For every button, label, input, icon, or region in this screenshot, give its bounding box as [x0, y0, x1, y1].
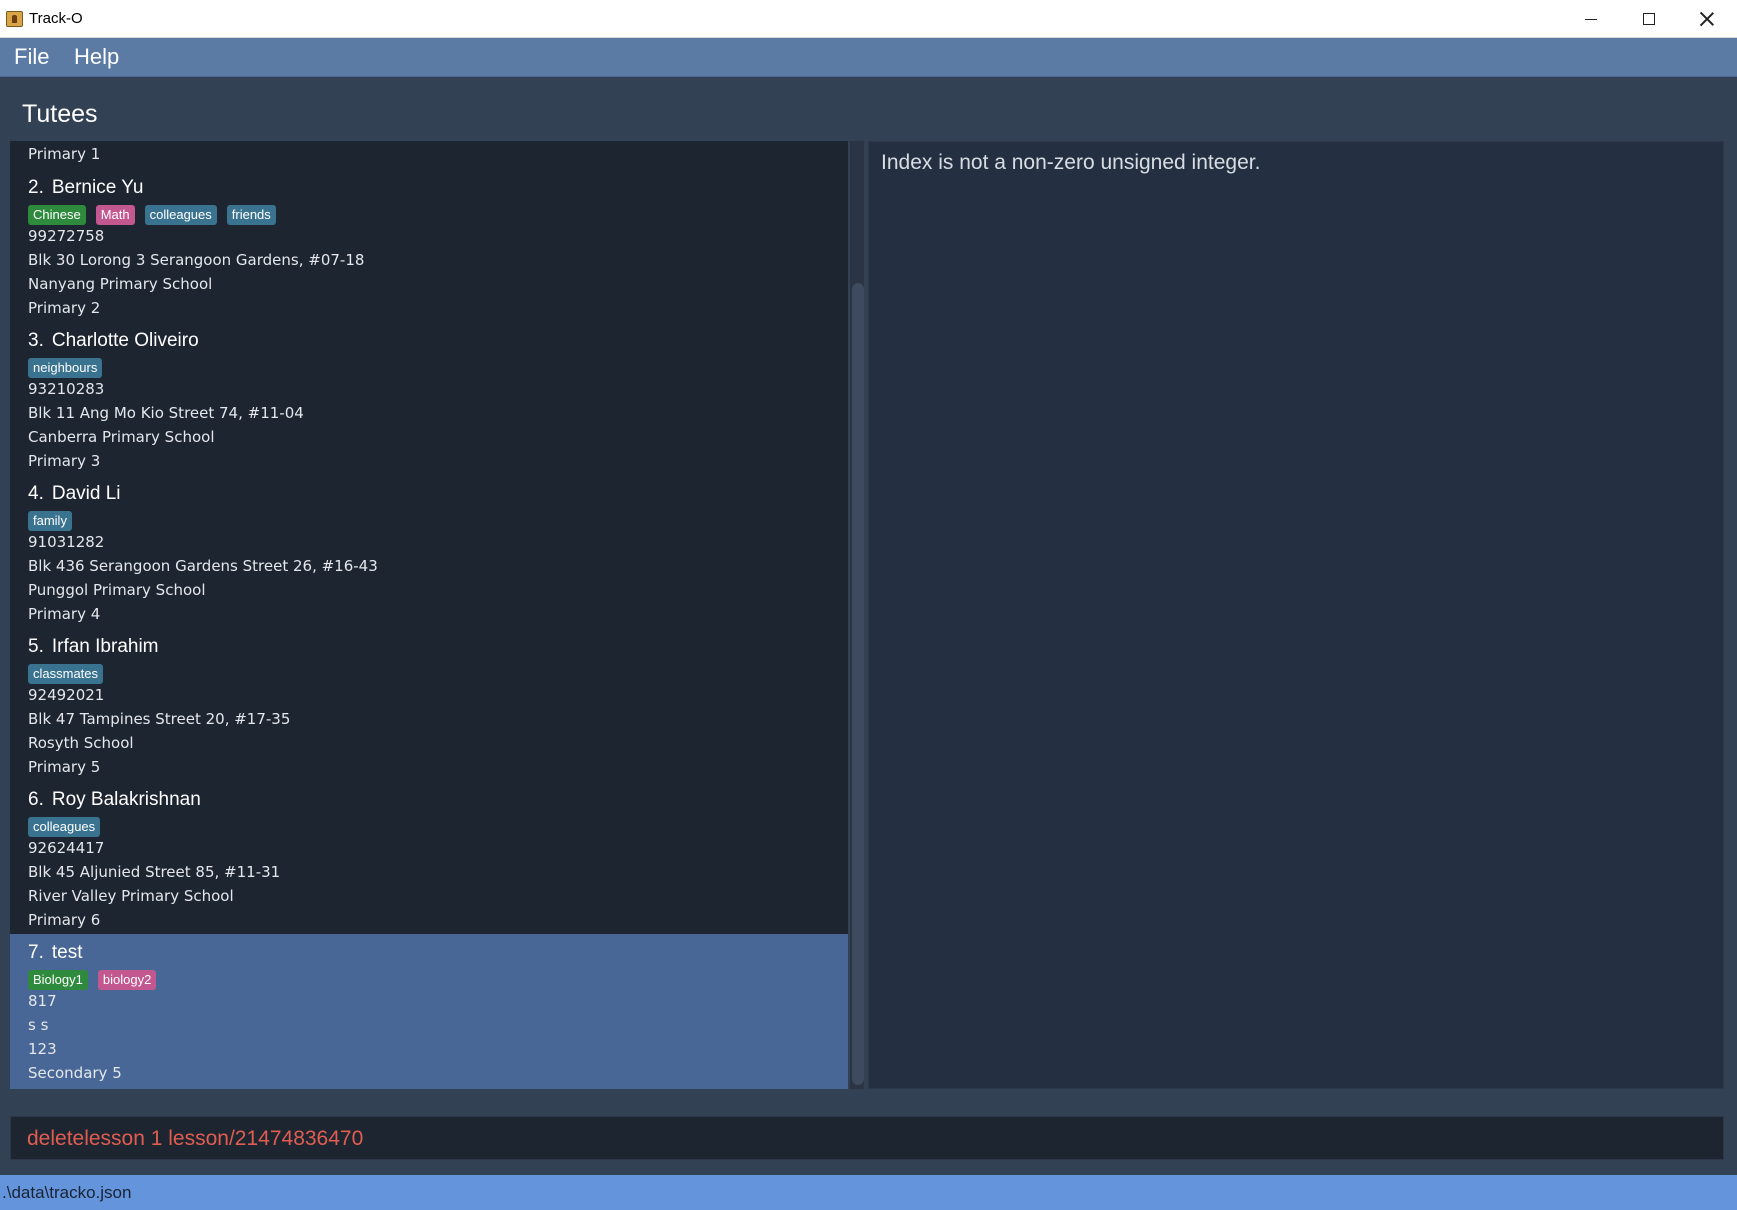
menu-help[interactable]: Help: [74, 44, 119, 70]
tutee-name-text: Bernice Yu: [51, 177, 144, 198]
tutee-index: 6.: [28, 789, 44, 810]
minimize-button[interactable]: [1562, 0, 1620, 38]
tutee-list[interactable]: Primary 1 2. Bernice Yu Chinese Math colleag…: [10, 141, 848, 1089]
tutee-school: River Valley Primary School: [28, 887, 234, 905]
tutee-name: 3. Charlotte Oliveiro: [28, 330, 199, 352]
list-scrollbar-thumb[interactable]: [852, 283, 864, 1085]
tutee-phone: 91031282: [28, 533, 105, 551]
tutee-card[interactable]: 5. Irfan Ibrahim classmates 92492021 Blk 47 …: [10, 628, 848, 781]
tag-badge: biology2: [97, 970, 157, 990]
minimize-icon: [1585, 18, 1597, 20]
tutee-level: Primary 2: [28, 299, 101, 317]
tutee-index: 3.: [28, 330, 44, 351]
title-bar: Track-O: [0, 0, 1737, 38]
result-display: Index is not a non-zero unsigned integer…: [868, 141, 1724, 1089]
tutee-address: Blk 45 Aljunied Street 85, #11-31: [28, 863, 281, 881]
tutee-address: Blk 436 Serangoon Gardens Street 26, #16…: [28, 557, 378, 575]
tutee-index: 5.: [28, 636, 44, 657]
tag-badge: Chinese: [28, 205, 86, 225]
result-message: Index is not a non-zero unsigned integer…: [881, 151, 1261, 174]
tutee-name: 5. Irfan Ibrahim: [28, 636, 159, 658]
tutee-level: Primary 6: [28, 911, 101, 929]
tutee-name-text: Charlotte Oliveiro: [51, 330, 199, 351]
tutee-index: 2.: [28, 177, 44, 198]
tutee-card[interactable]: 3. Charlotte Oliveiro neighbours 93210283 Bl…: [10, 322, 848, 475]
command-box[interactable]: [10, 1116, 1724, 1160]
tag-badge: classmates: [28, 664, 104, 684]
tutee-index: 7.: [28, 942, 44, 963]
maximize-icon: [1643, 13, 1655, 25]
tutee-index: 4.: [28, 483, 44, 504]
tutee-tags: Biology1 biology2: [28, 970, 157, 990]
tutee-address: s s: [28, 1016, 49, 1034]
status-bar: .\data\tracko.json: [0, 1175, 1737, 1210]
tutee-name: 7. test: [28, 942, 82, 964]
tutee-name: 6. Roy Balakrishnan: [28, 789, 201, 811]
tutee-tags: classmates: [28, 664, 104, 684]
tutee-phone: 93210283: [28, 380, 105, 398]
tutee-address: Blk 30 Lorong 3 Serangoon Gardens, #07-1…: [28, 251, 365, 269]
app-icon: [6, 11, 23, 27]
tag-badge: colleagues: [144, 205, 217, 225]
tutee-tags: neighbours: [28, 358, 103, 378]
tutee-level: Primary 3: [28, 452, 101, 470]
window-title: Track-O: [29, 10, 83, 27]
tutee-school: 123: [28, 1040, 57, 1058]
tutee-phone: 99272758: [28, 227, 105, 245]
tutee-level: Secondary 5: [28, 1064, 122, 1082]
tutee-card[interactable]: 4. David Li family 91031282 Blk 436 Serangoo…: [10, 475, 848, 628]
tutee-name-text: David Li: [51, 483, 121, 504]
tutee-name: 2. Bernice Yu: [28, 177, 143, 199]
tag-badge: family: [28, 511, 72, 531]
tag-badge: neighbours: [28, 358, 103, 378]
tag-badge: Biology1: [28, 970, 88, 990]
tutee-card[interactable]: 7. test Biology1 biology2 817 s s 123 Secondary…: [10, 934, 848, 1089]
tutee-name-text: Roy Balakrishnan: [51, 789, 201, 810]
command-input[interactable]: [25, 1126, 1705, 1152]
tutee-tags: colleagues: [28, 817, 101, 837]
tutee-level: Primary 4: [28, 605, 101, 623]
tutee-phone: 92624417: [28, 839, 105, 857]
menu-bar: File Help: [0, 38, 1737, 77]
tutee-name-text: Irfan Ibrahim: [51, 636, 159, 657]
tutee-address: Blk 11 Ang Mo Kio Street 74, #11-04: [28, 404, 304, 422]
menu-file[interactable]: File: [14, 44, 49, 70]
tag-badge: colleagues: [28, 817, 101, 837]
tutee-level: Primary 5: [28, 758, 101, 776]
tutee-school: Rosyth School: [28, 734, 134, 752]
tag-badge: friends: [226, 205, 276, 225]
tutee-phone: 92492021: [28, 686, 105, 704]
close-icon: [1700, 12, 1714, 26]
tutee-name: 4. David Li: [28, 483, 121, 505]
tutee-name-text: test: [51, 942, 83, 963]
partial-list-item-level: Primary 1: [28, 145, 101, 163]
tutee-card[interactable]: 2. Bernice Yu Chinese Math colleagues friends…: [10, 169, 848, 322]
tutee-school: Canberra Primary School: [28, 428, 215, 446]
tutee-address: Blk 47 Tampines Street 20, #17-35: [28, 710, 291, 728]
tutee-tags: family: [28, 511, 72, 531]
status-file-path: .\data\tracko.json: [2, 1183, 132, 1202]
tutee-tags: Chinese Math colleagues friends: [28, 205, 276, 225]
tutee-phone: 817: [28, 992, 57, 1010]
tutee-school: Punggol Primary School: [28, 581, 206, 599]
close-button[interactable]: [1678, 0, 1736, 38]
tag-badge: Math: [95, 205, 135, 225]
tutee-school: Nanyang Primary School: [28, 275, 213, 293]
tutee-card[interactable]: 6. Roy Balakrishnan colleagues 92624417 Blk …: [10, 781, 848, 934]
maximize-button[interactable]: [1620, 0, 1678, 38]
section-title: Tutees: [22, 100, 98, 128]
